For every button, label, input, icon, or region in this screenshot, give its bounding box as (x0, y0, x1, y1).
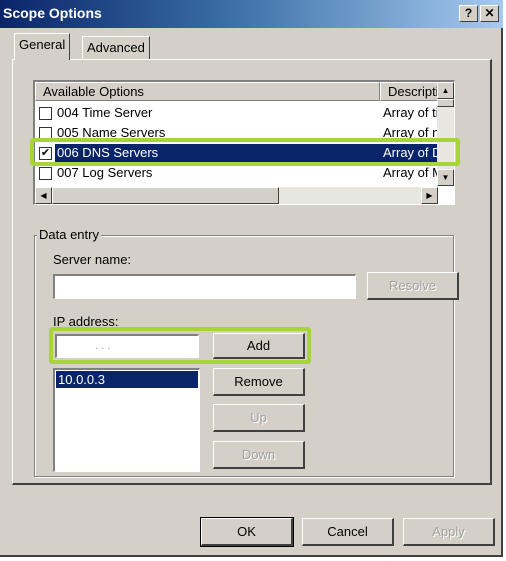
scroll-up-button[interactable]: ▲ (437, 82, 454, 99)
option-name: 005 Name Servers (57, 125, 166, 140)
horizontal-scroll-thumb[interactable] (52, 187, 279, 204)
list-item[interactable]: 004 Time Server Array of time (35, 103, 454, 123)
list-item-selected[interactable]: ✔ 006 DNS Servers Array of DN (35, 143, 451, 163)
remove-button[interactable]: Remove (213, 368, 305, 396)
horizontal-scrollbar[interactable]: ◀ ▶ (35, 187, 438, 204)
cancel-button[interactable]: Cancel (302, 518, 394, 546)
close-button[interactable]: ✕ (480, 5, 499, 22)
server-name-label: Server name: (53, 252, 132, 267)
check-icon: ✔ (40, 147, 51, 159)
arrow-right-icon: ▶ (426, 191, 433, 200)
scroll-down-button[interactable]: ▼ (437, 169, 454, 186)
ip-address-input[interactable]: . . . (55, 334, 199, 358)
ip-address-list[interactable]: 10.0.0.3 (53, 368, 200, 472)
tab-advanced[interactable]: Advanced (82, 36, 150, 60)
checkbox[interactable] (39, 107, 52, 120)
title-bar: Scope Options ? ✕ (0, 0, 503, 28)
help-button[interactable]: ? (459, 5, 478, 22)
scroll-thumb[interactable] (437, 99, 454, 107)
arrow-left-icon: ◀ (40, 191, 47, 200)
list-item[interactable]: 007 Log Servers Array of MIT (35, 163, 454, 183)
data-entry-label: Data entry (37, 227, 101, 242)
available-options-list[interactable]: Available Options Description 004 Time S… (33, 80, 455, 205)
checkbox[interactable] (39, 127, 52, 140)
tab-general[interactable]: General (14, 33, 71, 60)
checkbox[interactable] (39, 167, 52, 180)
checkbox-checked[interactable]: ✔ (39, 147, 52, 160)
list-item[interactable]: 005 Name Servers Array of nam (35, 123, 454, 143)
ok-button[interactable]: OK (200, 517, 294, 547)
scroll-right-button[interactable]: ▶ (421, 187, 438, 204)
option-name: 007 Log Servers (57, 165, 153, 180)
add-button[interactable]: Add (213, 333, 305, 359)
resolve-button[interactable]: Resolve (367, 272, 459, 300)
scroll-left-button[interactable]: ◀ (35, 187, 52, 204)
window-title: Scope Options (3, 5, 102, 21)
option-name: 006 DNS Servers (57, 145, 159, 160)
server-name-input[interactable] (53, 274, 356, 299)
up-button[interactable]: Up (213, 404, 305, 432)
arrow-down-icon: ▼ (441, 173, 450, 182)
ip-address-label: IP address: (53, 314, 119, 329)
ip-list-item-selected[interactable]: 10.0.0.3 (56, 371, 198, 388)
vertical-scrollbar[interactable]: ▲ ▼ (437, 82, 454, 186)
column-header-description[interactable]: Description (380, 82, 453, 101)
down-button[interactable]: Down (213, 441, 305, 469)
apply-button[interactable]: Apply (403, 518, 495, 546)
close-icon: ✕ (484, 6, 495, 20)
column-header-available-options[interactable]: Available Options (35, 82, 380, 101)
option-name: 004 Time Server (57, 105, 153, 120)
scope-options-dialog: Scope Options ? ✕ General Advanced Avail… (0, 0, 503, 557)
arrow-up-icon: ▲ (441, 86, 450, 95)
